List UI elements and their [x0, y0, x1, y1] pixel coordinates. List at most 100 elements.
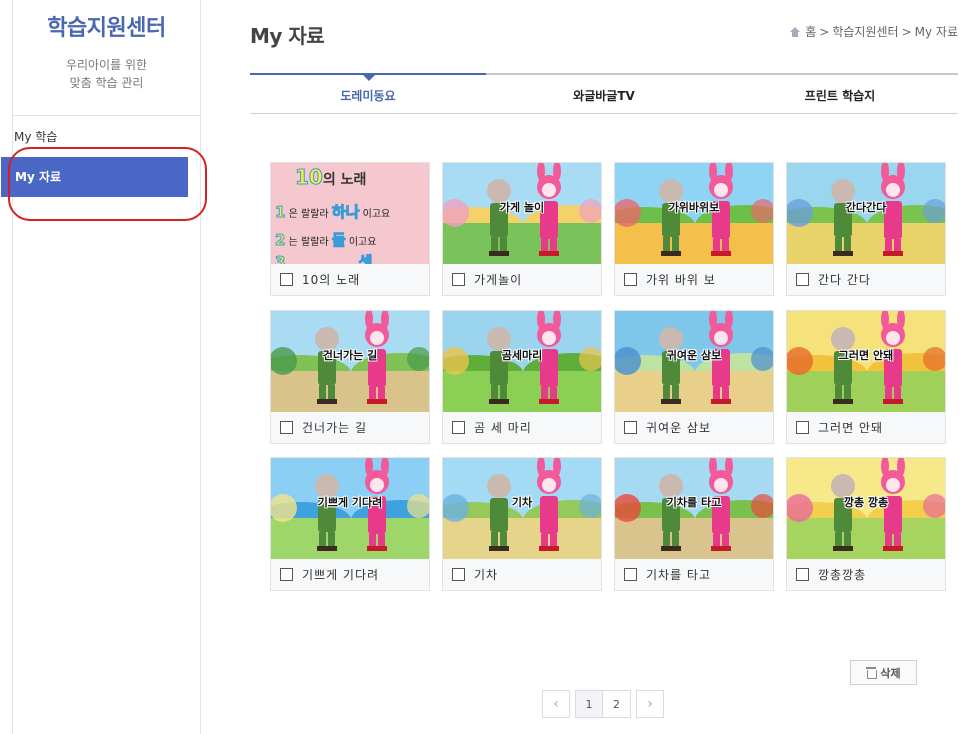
thumb-text: 이고요: [362, 209, 391, 220]
breadcrumb-separator: >: [901, 24, 912, 39]
thumbnail-caption: 그러면 안돼: [838, 349, 894, 362]
thumb-text: 이고요: [348, 237, 377, 248]
video-thumbnail[interactable]: 가위바위보: [615, 163, 773, 264]
sidebar-item-my-materials[interactable]: My 자료: [1, 157, 188, 197]
select-checkbox[interactable]: [796, 421, 809, 434]
thumb-text: 랄랄라: [301, 237, 329, 248]
card-title[interactable]: 깡총깡총: [818, 566, 866, 583]
material-card[interactable]: 귀여운 삼보 귀여운 삼보: [614, 310, 774, 444]
select-checkbox[interactable]: [624, 273, 637, 286]
select-checkbox[interactable]: [624, 568, 637, 581]
select-checkbox[interactable]: [452, 568, 465, 581]
card-title[interactable]: 가게놀이: [474, 271, 522, 288]
material-card[interactable]: 가위바위보가위 바위 보: [614, 162, 774, 296]
card-title[interactable]: 귀여운 삼보: [646, 419, 711, 436]
thumbnail-caption: 곰세마리: [501, 349, 543, 362]
video-thumbnail[interactable]: 곰세마리: [443, 311, 601, 412]
thumb-text: 둘: [331, 231, 346, 250]
card-footer: 곰 세 마리: [443, 412, 601, 443]
thumb-line: 2 는 랄랄라 둘 이고요: [274, 229, 377, 250]
thumbnail-caption: 기차를 타고: [666, 496, 722, 509]
select-checkbox[interactable]: [452, 273, 465, 286]
pagination: ‹ 1 2 ›: [542, 690, 664, 718]
video-thumbnail[interactable]: 간다간다: [787, 163, 945, 264]
card-title[interactable]: 기차를 타고: [646, 566, 711, 583]
breadcrumb-section[interactable]: 학습지원센터: [832, 23, 898, 40]
prev-page-button[interactable]: ‹: [542, 690, 570, 718]
card-title[interactable]: 기차: [474, 566, 498, 583]
thumb-num: 10: [295, 165, 324, 190]
page-1-button[interactable]: 1: [575, 690, 603, 718]
select-checkbox[interactable]: [280, 273, 293, 286]
thumb-text: 셋: [358, 253, 373, 265]
material-card[interactable]: 깡총 깡총깡총깡총: [786, 457, 946, 591]
tab-bar: 도레미동요 와글바글TV 프린트 학습지: [250, 73, 958, 114]
video-thumbnail[interactable]: 기쁘게 기다려: [271, 458, 429, 559]
material-card[interactable]: 건너가는 길 건너가는 길: [270, 310, 430, 444]
home-icon: [790, 26, 801, 37]
card-title[interactable]: 간다 간다: [818, 271, 871, 288]
video-thumbnail[interactable]: 귀여운 삼보: [615, 311, 773, 412]
card-title[interactable]: 기쁘게 기다려: [302, 566, 379, 583]
card-title[interactable]: 가위 바위 보: [646, 271, 716, 288]
select-checkbox[interactable]: [796, 273, 809, 286]
thumb-text: 랄랄라: [301, 209, 329, 220]
video-thumbnail[interactable]: 가게 놀이: [443, 163, 601, 264]
thumbnail-caption: 기차: [511, 496, 533, 509]
material-card[interactable]: 기차 기차: [442, 457, 602, 591]
chevron-left-icon: ‹: [553, 696, 559, 712]
material-card[interactable]: 그러면 안돼 그러면 안돼: [786, 310, 946, 444]
tab-wagle-tv[interactable]: 와글바글TV: [486, 87, 722, 104]
thumbnail-caption: 기쁘게 기다려: [317, 496, 383, 509]
card-footer: 그러면 안돼: [787, 412, 945, 443]
sidebar-item-my-study[interactable]: My 학습: [0, 128, 188, 145]
tab-print-worksheet[interactable]: 프린트 학습지: [722, 87, 958, 104]
card-title[interactable]: 그러면 안돼: [818, 419, 883, 436]
card-title[interactable]: 건너가는 길: [302, 419, 367, 436]
thumb-num: 2: [274, 231, 286, 250]
thumbnail-caption: 귀여운 삼보: [666, 349, 722, 362]
select-checkbox[interactable]: [280, 568, 293, 581]
card-footer: 귀여운 삼보: [615, 412, 773, 443]
thumb-text: 은: [288, 209, 298, 220]
card-title[interactable]: 곰 세 마리: [474, 419, 532, 436]
card-title[interactable]: 10의 노래: [302, 271, 360, 288]
breadcrumb-current: My 자료: [914, 25, 958, 39]
page-2-button[interactable]: 2: [603, 690, 631, 718]
song-thumbnail-art: 10의 노래 1 은 랄랄라 하나 이고요 2 는 랄랄라 둘 이고요 3 셋: [271, 163, 429, 264]
select-checkbox[interactable]: [452, 421, 465, 434]
card-footer: 기쁘게 기다려: [271, 559, 429, 590]
page-title: My 자료: [250, 24, 325, 48]
video-thumbnail[interactable]: 기차를 타고: [615, 458, 773, 559]
tab-doremi-songs[interactable]: 도레미동요: [250, 87, 486, 104]
thumbnail-title: 10의 노래: [295, 165, 367, 190]
material-card[interactable]: 간다간다간다 간다: [786, 162, 946, 296]
select-checkbox[interactable]: [280, 421, 293, 434]
select-checkbox[interactable]: [796, 568, 809, 581]
video-thumbnail[interactable]: 기차: [443, 458, 601, 559]
breadcrumb-home[interactable]: 홈: [805, 23, 816, 40]
breadcrumb: 홈 > 학습지원센터 > My 자료: [790, 23, 958, 40]
delete-label: 삭제: [880, 666, 901, 680]
next-page-button[interactable]: ›: [636, 690, 664, 718]
video-thumbnail[interactable]: 깡총 깡총: [787, 458, 945, 559]
material-card[interactable]: 10의 노래 1 은 랄랄라 하나 이고요 2 는 랄랄라 둘 이고요 3 셋 10의 …: [270, 162, 430, 296]
material-card[interactable]: 기쁘게 기다려 기쁘게 기다려: [270, 457, 430, 591]
thumb-text: 는: [288, 237, 298, 248]
select-checkbox[interactable]: [624, 421, 637, 434]
card-footer: 간다 간다: [787, 264, 945, 295]
material-card[interactable]: 곰세마리곰 세 마리: [442, 310, 602, 444]
card-footer: 깡총깡총: [787, 559, 945, 590]
thumb-line: 3 셋: [274, 251, 373, 265]
thumb-title-text: 의 노래: [322, 172, 367, 188]
material-card[interactable]: 기차를 타고 기차를 타고: [614, 457, 774, 591]
video-thumbnail[interactable]: 10의 노래 1 은 랄랄라 하나 이고요 2 는 랄랄라 둘 이고요 3 셋: [271, 163, 429, 264]
video-thumbnail[interactable]: 그러면 안돼: [787, 311, 945, 412]
card-footer: 가위 바위 보: [615, 264, 773, 295]
thumb-num: 1: [274, 203, 286, 222]
delete-button[interactable]: 삭제: [850, 660, 917, 685]
card-footer: 기차를 타고: [615, 559, 773, 590]
sidebar-title: 학습지원센터: [47, 16, 166, 41]
material-card[interactable]: 가게 놀이가게놀이: [442, 162, 602, 296]
video-thumbnail[interactable]: 건너가는 길: [271, 311, 429, 412]
